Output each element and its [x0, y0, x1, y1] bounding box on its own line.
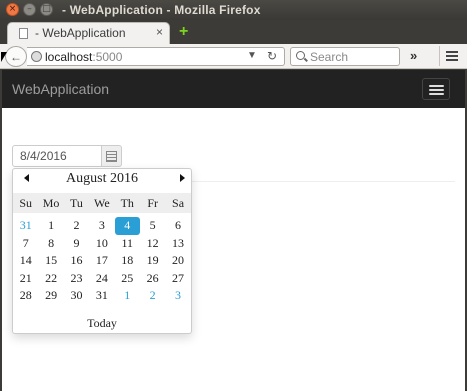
hamburger-menu-icon[interactable] — [439, 46, 461, 66]
day-cell[interactable]: 15 — [38, 252, 63, 270]
day-cell[interactable]: 5 — [140, 217, 165, 235]
site-brand[interactable]: WebApplication — [12, 81, 109, 97]
calendar-addon-button[interactable] — [102, 145, 122, 167]
day-cell[interactable]: 13 — [165, 235, 190, 253]
weekday-label: We — [94, 196, 110, 210]
window-controls: × – □ — [6, 3, 53, 16]
day-cell[interactable]: 10 — [89, 235, 114, 253]
day-cell[interactable]: 31 — [89, 287, 114, 305]
weekday-label: Tu — [70, 196, 83, 210]
day-cell[interactable]: 28 — [13, 287, 38, 305]
tab-webapplication[interactable]: - WebApplication × — [7, 22, 170, 44]
day-cell[interactable]: 20 — [165, 252, 190, 270]
navbar-toggle-hamburger-icon[interactable] — [422, 78, 450, 100]
tab-title: - WebApplication — [35, 26, 126, 40]
day-cell[interactable]: 29 — [38, 287, 63, 305]
week-row: 14 15 16 17 18 19 20 — [13, 252, 191, 270]
datepicker-header: August 2016 — [13, 169, 191, 191]
day-cell[interactable]: 17 — [89, 252, 114, 270]
week-row: 7 8 9 10 11 12 13 — [13, 235, 191, 253]
window-minimize-button[interactable]: – — [23, 3, 36, 16]
day-cell[interactable]: 25 — [115, 270, 140, 288]
weekday-header-row: Su Mo Tu We Th Fr Sa — [13, 193, 191, 213]
window-close-button[interactable]: × — [6, 3, 19, 16]
search-placeholder: Search — [310, 50, 349, 64]
tab-strip: - WebApplication × + — [0, 20, 467, 44]
week-row: 21 22 23 24 25 26 27 — [13, 270, 191, 288]
browser-navbar: ← localhost:5000 ▼ ↻ Search » — [0, 44, 467, 69]
day-cell[interactable]: 23 — [64, 270, 89, 288]
date-input[interactable] — [12, 145, 102, 167]
day-cell[interactable]: 3 — [165, 287, 190, 305]
day-cell-selected[interactable]: 4 — [114, 217, 140, 235]
day-cell[interactable]: 21 — [13, 270, 38, 288]
day-cell[interactable]: 16 — [64, 252, 89, 270]
page-viewport: WebApplication August 2016 Su Mo Tu We T… — [2, 70, 465, 391]
url-history-dropdown-icon[interactable]: ▼ — [247, 50, 257, 61]
reload-icon[interactable]: ↻ — [267, 49, 277, 63]
day-grid: 31 1 2 3 4 5 6 7 8 9 10 11 12 13 14 15 1… — [13, 217, 191, 305]
week-row: 31 1 2 3 4 5 6 — [13, 217, 191, 235]
mouse-cursor-icon — [1, 52, 7, 62]
day-cell[interactable]: 19 — [140, 252, 165, 270]
day-cell[interactable]: 2 — [140, 287, 165, 305]
day-cell[interactable]: 22 — [38, 270, 63, 288]
day-cell[interactable]: 1 — [115, 287, 140, 305]
day-cell[interactable]: 12 — [140, 235, 165, 253]
url-text[interactable]: localhost:5000 — [45, 50, 122, 64]
weekday-label: Th — [120, 196, 134, 210]
day-cell[interactable]: 14 — [13, 252, 38, 270]
search-field[interactable]: Search — [290, 47, 400, 66]
globe-icon — [31, 51, 42, 62]
day-cell[interactable]: 31 — [13, 217, 38, 235]
day-cell[interactable]: 6 — [165, 217, 190, 235]
window-titlebar: × – □ - WebApplication - Mozilla Firefox — [0, 0, 467, 20]
window-maximize-button[interactable]: □ — [40, 3, 53, 16]
url-bar[interactable]: localhost:5000 ▼ ↻ — [27, 47, 285, 66]
day-cell[interactable]: 30 — [64, 287, 89, 305]
day-cell[interactable]: 9 — [64, 235, 89, 253]
day-cell[interactable]: 2 — [64, 217, 89, 235]
day-cell[interactable]: 18 — [115, 252, 140, 270]
back-arrow-icon[interactable]: ← — [5, 46, 27, 67]
day-cell[interactable]: 27 — [165, 270, 190, 288]
search-icon — [296, 51, 305, 60]
datepicker-popup: August 2016 Su Mo Tu We Th Fr Sa 31 1 2 … — [12, 168, 192, 334]
page-favicon-icon — [19, 28, 28, 39]
window-title: - WebApplication - Mozilla Firefox — [62, 3, 261, 17]
day-cell[interactable]: 8 — [38, 235, 63, 253]
month-title[interactable]: August 2016 — [13, 171, 191, 187]
site-navbar: WebApplication — [2, 70, 465, 108]
next-month-icon[interactable] — [177, 173, 189, 185]
date-input-group — [12, 145, 122, 167]
weekday-label: Mo — [42, 196, 60, 210]
day-cell[interactable]: 11 — [115, 235, 140, 253]
today-button[interactable]: Today — [13, 316, 191, 331]
new-tab-plus-icon[interactable]: + — [179, 24, 188, 40]
url-port: :5000 — [92, 50, 123, 64]
weekday-label: Fr — [147, 196, 158, 210]
tab-close-icon[interactable]: × — [156, 25, 163, 39]
weekday-label: Su — [19, 196, 33, 210]
day-cell[interactable]: 24 — [89, 270, 114, 288]
day-cell[interactable]: 1 — [38, 217, 63, 235]
calendar-icon — [106, 151, 117, 162]
overflow-chevron-icon[interactable]: » — [410, 48, 417, 63]
weekday-label: Sa — [172, 196, 185, 210]
day-cell[interactable]: 7 — [13, 235, 38, 253]
day-cell[interactable]: 3 — [89, 217, 114, 235]
url-host: localhost — [45, 50, 93, 64]
week-row: 28 29 30 31 1 2 3 — [13, 287, 191, 305]
day-cell[interactable]: 26 — [140, 270, 165, 288]
